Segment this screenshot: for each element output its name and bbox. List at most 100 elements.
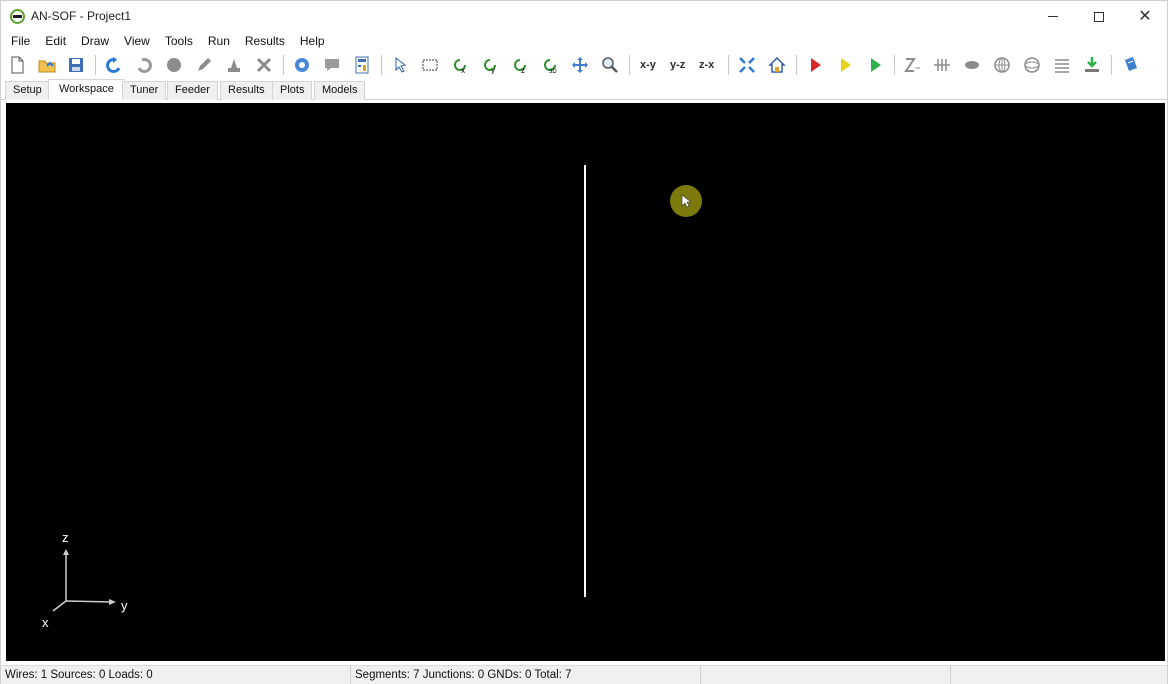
status-extra xyxy=(701,666,951,684)
paint-button[interactable] xyxy=(223,54,245,76)
rotate-x-button[interactable]: x xyxy=(449,54,471,76)
toolbar-separator xyxy=(796,55,797,75)
redo-button[interactable] xyxy=(133,54,155,76)
globe-icon xyxy=(994,57,1010,73)
app-window: AN-SOF - Project1 ✕ File Edit Draw View … xyxy=(0,0,1168,684)
comment-icon xyxy=(325,59,339,71)
minimize-button[interactable] xyxy=(1030,1,1076,32)
toolbar-separator xyxy=(381,55,382,75)
select-rect-button[interactable] xyxy=(419,54,441,76)
pencil-icon xyxy=(198,58,211,71)
tab-tuner[interactable]: Tuner xyxy=(122,81,167,100)
new-file-button[interactable] xyxy=(6,54,28,76)
minimize-icon xyxy=(1048,16,1058,17)
rotate-3d-icon: 3D xyxy=(544,59,557,74)
menu-draw[interactable]: Draw xyxy=(71,32,109,51)
pan-icon xyxy=(572,57,588,73)
globe-button[interactable] xyxy=(991,54,1013,76)
new-file-icon xyxy=(11,56,24,74)
mouse-pointer-icon xyxy=(681,194,691,208)
comment-button[interactable] xyxy=(321,54,343,76)
menu-run[interactable]: Run xyxy=(198,32,230,51)
view-zx-button[interactable]: z-x xyxy=(699,54,714,76)
delete-button[interactable] xyxy=(253,54,275,76)
circle-icon xyxy=(167,58,181,72)
settings-button[interactable] xyxy=(291,54,313,76)
run-green-icon xyxy=(871,58,881,72)
pointer-icon xyxy=(395,56,407,73)
pattern-button[interactable] xyxy=(961,54,983,76)
menu-help[interactable]: Help xyxy=(290,32,325,51)
status-bar: Wires: 1 Sources: 0 Loads: 0 Segments: 7… xyxy=(1,665,1167,684)
calculator-button[interactable] xyxy=(351,54,373,76)
toolbar-separator xyxy=(894,55,895,75)
fit-icon xyxy=(739,57,755,73)
rotate-y-button[interactable]: y xyxy=(479,54,501,76)
axis-z-label: z xyxy=(62,530,69,545)
menu-results[interactable]: Results xyxy=(235,32,285,51)
run-yellow-button[interactable] xyxy=(834,54,856,76)
status-segments: Segments: 7 Junctions: 0 GNDs: 0 Total: … xyxy=(351,666,701,684)
open-button[interactable] xyxy=(36,54,58,76)
status-wires: Wires: 1 Sources: 0 Loads: 0 xyxy=(1,666,351,684)
rotate-3d-button[interactable]: 3D xyxy=(539,54,561,76)
settings-gear-icon xyxy=(295,58,309,72)
svg-text:3D: 3D xyxy=(549,69,557,74)
pan-button[interactable] xyxy=(569,54,591,76)
wire[interactable] xyxy=(584,165,586,597)
globe-3d-icon xyxy=(1024,57,1040,73)
calculator-icon xyxy=(355,56,369,74)
rotate-z-button[interactable]: z xyxy=(509,54,531,76)
svg-text:x: x xyxy=(461,66,465,74)
save-button[interactable] xyxy=(65,54,87,76)
tab-plots[interactable]: Plots xyxy=(272,81,313,100)
close-button[interactable]: ✕ xyxy=(1122,1,1168,32)
export-button[interactable] xyxy=(1081,54,1103,76)
paint-icon xyxy=(228,59,240,72)
workspace-canvas[interactable]: z y x xyxy=(6,103,1165,661)
tab-results[interactable]: Results xyxy=(220,81,273,100)
globe-3d-button[interactable] xyxy=(1021,54,1043,76)
manual-button[interactable] xyxy=(1120,54,1142,76)
export-icon xyxy=(1085,57,1099,72)
save-icon xyxy=(69,58,83,72)
tab-feeder[interactable]: Feeder xyxy=(167,81,218,100)
fit-button[interactable] xyxy=(736,54,758,76)
redo-icon xyxy=(137,58,152,73)
table-button[interactable] xyxy=(1051,54,1073,76)
run-green-button[interactable] xyxy=(864,54,886,76)
rotate-z-icon: z xyxy=(514,59,526,74)
pencil-button[interactable] xyxy=(193,54,215,76)
maximize-button[interactable] xyxy=(1076,1,1122,32)
circle-button[interactable] xyxy=(163,54,185,76)
menu-tools[interactable]: Tools xyxy=(155,32,193,51)
tab-workspace[interactable]: Workspace xyxy=(48,79,125,100)
zoom-button[interactable] xyxy=(599,54,621,76)
menu-view[interactable]: View xyxy=(114,32,150,51)
home-icon xyxy=(768,56,786,73)
undo-icon xyxy=(106,57,121,73)
zoom-icon xyxy=(602,57,618,73)
close-icon: ✕ xyxy=(1138,7,1152,25)
impedance-button[interactable] xyxy=(901,54,923,76)
view-xy-button[interactable]: x-y xyxy=(640,54,656,76)
menu-bar: File Edit Draw View Tools Run Results He… xyxy=(1,32,1167,51)
view-yz-button[interactable]: y-z xyxy=(670,54,685,76)
toolbar-separator xyxy=(629,55,630,75)
rotate-x-icon: x xyxy=(454,59,466,74)
axis-x-label: x xyxy=(42,615,49,630)
menu-file[interactable]: File xyxy=(1,32,30,51)
title-bar: AN-SOF - Project1 ✕ xyxy=(1,1,1167,32)
toolbar-separator xyxy=(1111,55,1112,75)
app-logo-icon xyxy=(10,9,25,24)
book-icon xyxy=(1125,57,1137,71)
axis-y-label: y xyxy=(121,598,128,613)
tab-setup[interactable]: Setup xyxy=(5,81,50,100)
current-button[interactable] xyxy=(931,54,953,76)
menu-edit[interactable]: Edit xyxy=(35,32,66,51)
pointer-button[interactable] xyxy=(389,54,411,76)
undo-button[interactable] xyxy=(103,54,125,76)
tab-models[interactable]: Models xyxy=(314,81,366,100)
home-button[interactable] xyxy=(766,54,788,76)
run-red-button[interactable] xyxy=(804,54,826,76)
